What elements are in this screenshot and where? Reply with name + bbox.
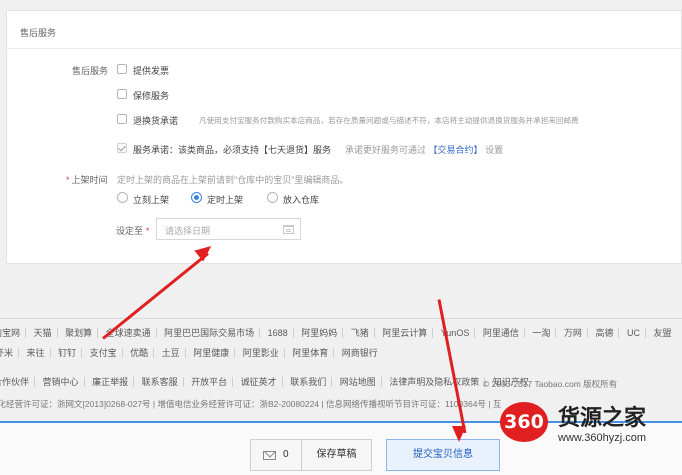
footer-divider	[0, 318, 682, 319]
date-picker-input[interactable]: 请选择日期	[156, 218, 301, 240]
radio-scheduled[interactable]	[191, 192, 202, 203]
service-promise-checkbox	[117, 143, 127, 153]
service-promise-suffix: 设置	[485, 145, 504, 155]
watermark-title: 货源之家	[558, 405, 647, 430]
save-draft-button[interactable]: 保存草稿	[301, 439, 372, 471]
footer-link[interactable]: 友盟	[648, 328, 676, 338]
arrow-head-submit	[452, 426, 466, 442]
after-sales-label: 售后服务	[72, 66, 109, 76]
warranty-option-label: 保修服务	[133, 91, 170, 101]
return-promise-desc: 凡使用支付宝服务付款购买本店商品，若存在质量问题或与描述不符，本店将主动提供退换…	[199, 116, 579, 125]
date-placeholder: 请选择日期	[165, 226, 211, 236]
footer-link[interactable]: 营销中心	[38, 377, 85, 387]
footer-link[interactable]: 联系客服	[137, 377, 184, 387]
footer-link[interactable]: 优酷	[125, 348, 155, 358]
after-sales-panel: 售后服务	[6, 10, 682, 264]
footer-link[interactable]: 法律声明及隐私权政策	[384, 377, 486, 387]
radio-scheduled-label: 定时上架	[207, 195, 244, 205]
submit-item-button[interactable]: 提交宝贝信息	[386, 439, 500, 471]
panel-title: 售后服务	[20, 28, 57, 38]
draft-count-button[interactable]: 0	[250, 439, 302, 471]
footer-link[interactable]: 网站地图	[335, 377, 382, 387]
footer-link[interactable]: 阿里体育	[287, 348, 335, 358]
service-promise-hint: 承诺更好服务可通过 【交易合约】 设置	[345, 143, 503, 156]
set-date-label: 设定至 *	[116, 224, 152, 237]
invoice-checkbox[interactable]	[117, 64, 127, 74]
radio-warehouse-label: 放入仓库	[283, 195, 320, 205]
invoice-option-label: 提供发票	[133, 66, 170, 76]
listing-time-text: 上架时间	[71, 175, 108, 185]
arrow-to-date-input	[102, 252, 209, 340]
watermark-url: www.360hyzj.com	[558, 432, 647, 444]
radio-list-now[interactable]	[117, 192, 128, 203]
footer-link[interactable]: 飞猪	[346, 328, 375, 338]
footer-link[interactable]: 阿里影业	[238, 348, 285, 358]
footer-link[interactable]: 一淘	[527, 328, 557, 338]
footer-link[interactable]: 合作伙伴	[0, 377, 36, 387]
footer-link[interactable]: 高德	[590, 328, 620, 338]
footer-link[interactable]: 1688	[263, 328, 294, 338]
draft-count: 0	[283, 449, 289, 460]
footer-link[interactable]: 网商银行	[337, 348, 383, 358]
footer-link[interactable]: UC	[622, 328, 646, 338]
footer-link[interactable]: 阿里健康	[188, 348, 236, 358]
footer-link[interactable]: 阿里巴巴国际交易市场	[159, 328, 261, 338]
required-mark: *	[66, 175, 70, 185]
listing-time-hint: 定时上架的商品在上架前请到"仓库中的宝贝"里编辑商品。	[117, 175, 349, 185]
set-date-text: 设定至	[116, 226, 144, 236]
footer-link[interactable]: 开放平台	[186, 377, 234, 387]
listing-time-label: * 上架时间	[66, 173, 108, 186]
watermark-logo: 360 货源之家 www.360hyzj.com	[500, 400, 682, 448]
watermark-badge: 360	[500, 402, 548, 442]
footer-link[interactable]: 万网	[559, 328, 588, 338]
footer-link[interactable]: 联系我们	[285, 377, 333, 387]
return-promise-checkbox[interactable]	[117, 114, 127, 124]
arrow-to-submit	[437, 299, 467, 434]
mail-icon	[263, 451, 276, 460]
service-promise-hint-text: 承诺更好服务可通过	[345, 145, 427, 155]
footer-link[interactable]: 来往	[22, 348, 51, 358]
footer-link[interactable]: 虾米	[0, 348, 20, 358]
panel-divider	[7, 48, 681, 49]
copyright: © 2003-2017 Taobao.com 版权所有	[483, 379, 618, 389]
set-date-required: *	[146, 226, 150, 236]
footer-link[interactable]: 土豆	[157, 348, 186, 358]
footer-links-row2: 虾米 来往 钉钉 支付宝 优酷 土豆 阿里健康 阿里影业 阿里体育 网商银行	[0, 348, 383, 358]
radio-list-now-label: 立刻上架	[133, 195, 170, 205]
footer-link[interactable]: 支付宝	[85, 348, 123, 358]
service-promise-label: 服务承诺：该类商品，必须支持【七天退货】服务	[133, 145, 332, 155]
warranty-checkbox[interactable]	[117, 89, 127, 99]
footer-link[interactable]: 淘宝网	[0, 328, 27, 338]
calendar-icon[interactable]	[283, 225, 294, 234]
footer-link[interactable]: YunOS	[436, 328, 476, 338]
footer-link[interactable]: 阿里妈妈	[296, 328, 344, 338]
footer-link[interactable]: 阿里通信	[478, 328, 525, 338]
footer-link[interactable]: 廉正举报	[87, 377, 135, 387]
license-line: 网络文化经营许可证：浙网文[2013]0268-027号 | 增值电信业务经营许…	[0, 399, 502, 409]
return-promise-label: 退换货承诺	[133, 116, 179, 126]
footer-link[interactable]: 诚征英才	[236, 377, 283, 387]
footer-link[interactable]: 阿里云计算	[377, 328, 434, 338]
footer-link[interactable]: 天猫	[29, 328, 58, 338]
footer-link[interactable]: 聚划算	[60, 328, 99, 338]
radio-warehouse[interactable]	[267, 192, 278, 203]
trade-contract-link[interactable]: 【交易合约】	[429, 145, 483, 155]
footer-link[interactable]: 钉钉	[53, 348, 83, 358]
